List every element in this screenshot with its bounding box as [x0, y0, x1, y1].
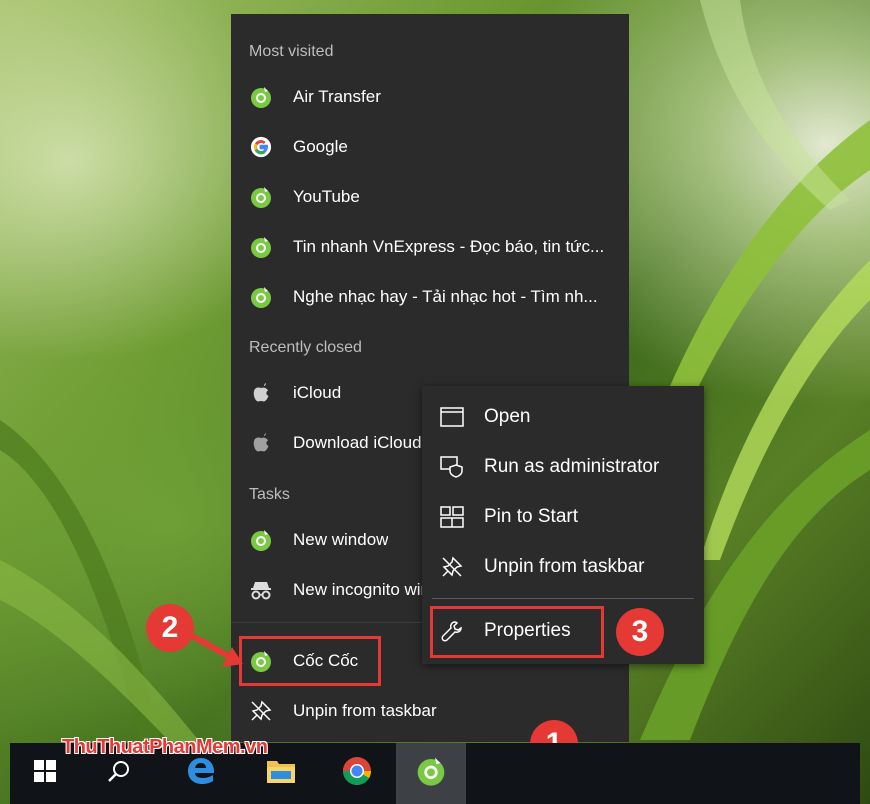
- arrow-to-coccoc: [190, 633, 243, 667]
- edge-icon: [185, 755, 217, 792]
- windows-logo-icon: [34, 760, 56, 787]
- folder-icon: [265, 757, 297, 790]
- chrome-taskbar-button[interactable]: [322, 743, 392, 804]
- step-badge-2: 2: [146, 604, 194, 652]
- chrome-icon: [341, 755, 373, 792]
- step-badge-3: 3: [616, 608, 664, 656]
- coccoc-taskbar-button[interactable]: [396, 743, 466, 804]
- search-icon: [107, 759, 131, 788]
- coccoc-icon: [415, 755, 447, 792]
- watermark-logo: ThuThuatPhanMem.vn: [62, 736, 268, 758]
- annotation-arrows: [190, 633, 526, 778]
